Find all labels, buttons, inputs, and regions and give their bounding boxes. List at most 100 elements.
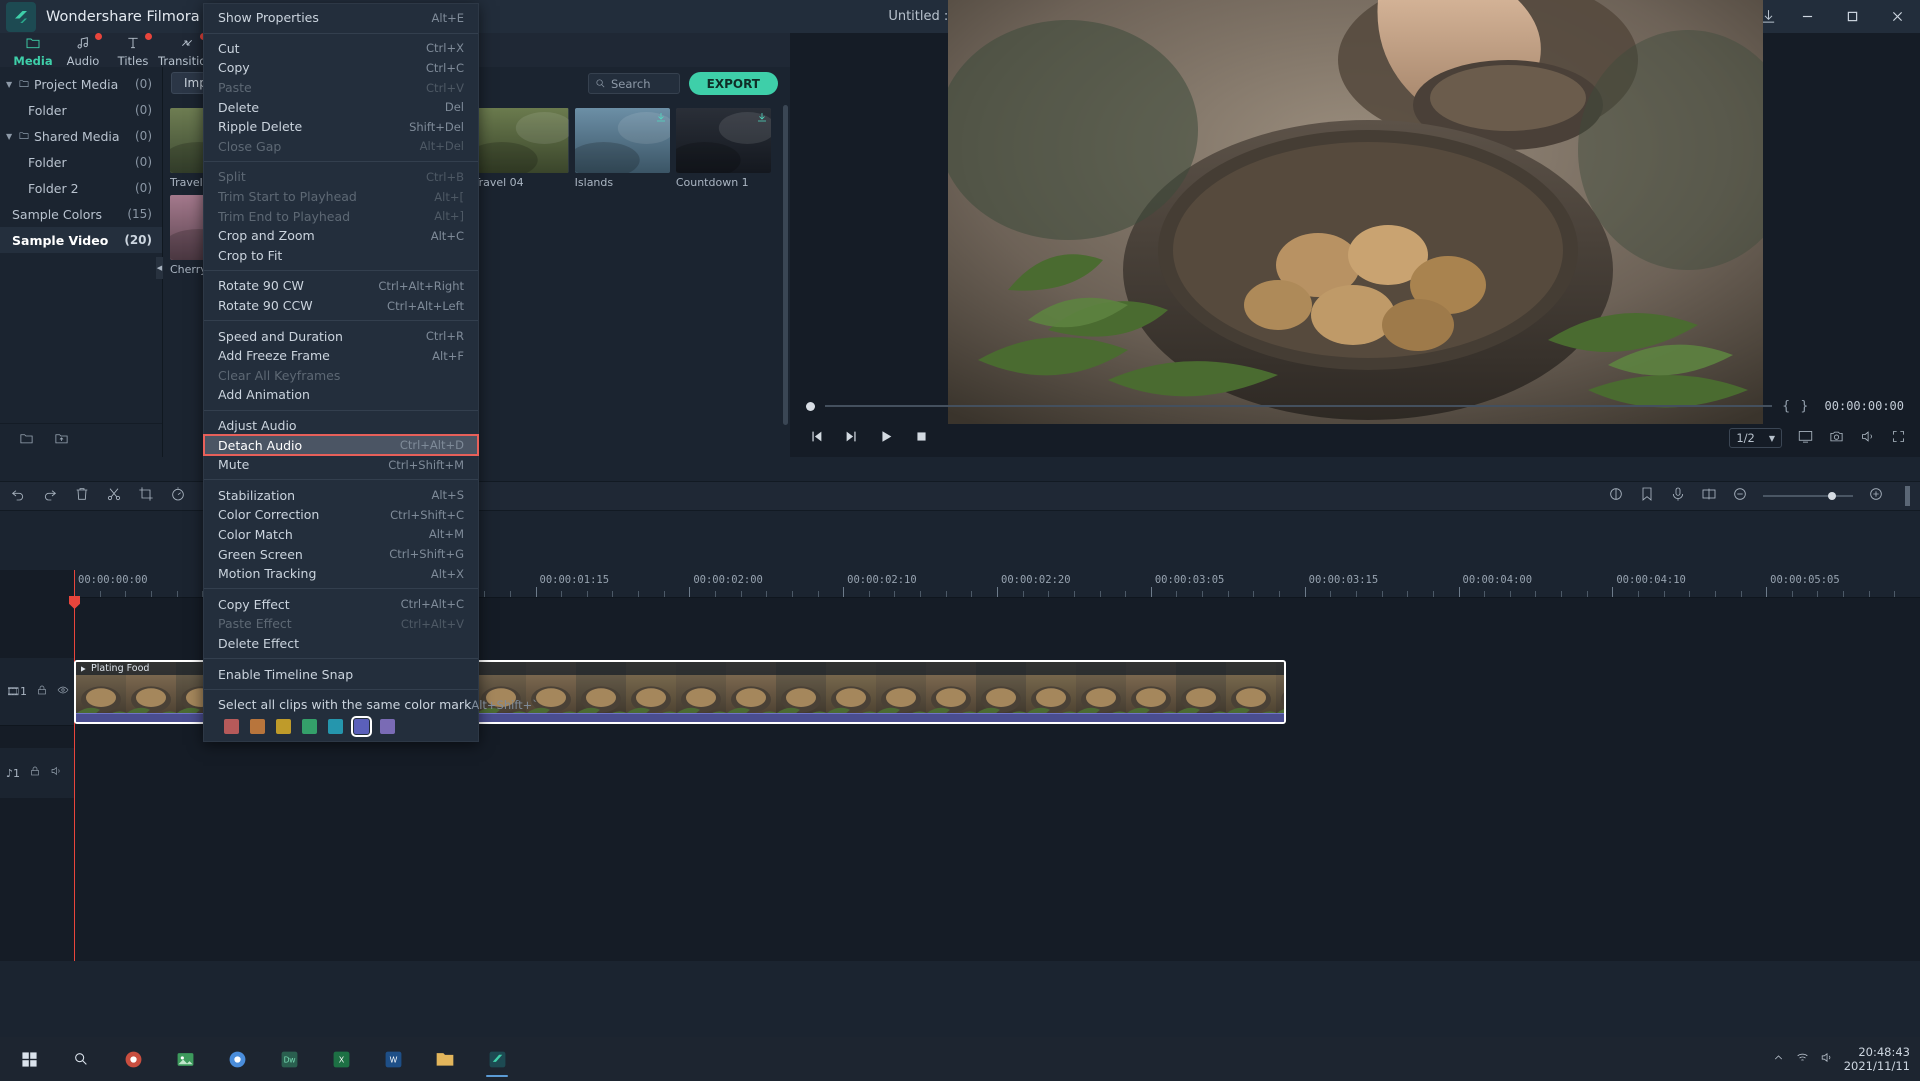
taskbar-clock[interactable]: 20:48:43 2021/11/11 — [1844, 1045, 1910, 1073]
color-swatch[interactable] — [351, 716, 372, 738]
zoom-slider-knob[interactable] — [1827, 492, 1836, 500]
color-swatch[interactable] — [380, 719, 395, 735]
menu-item-add-animation[interactable]: Add Animation — [204, 385, 478, 405]
menu-item-show-properties[interactable]: Show Properties Alt+E — [204, 8, 478, 28]
menu-item-add-freeze-frame[interactable]: Add Freeze Frame Alt+F — [204, 346, 478, 366]
new-folder-icon[interactable] — [18, 431, 35, 450]
ratio-selector[interactable]: 1/2 ▼ — [1729, 428, 1782, 448]
seek-track[interactable] — [825, 405, 1772, 407]
menu-item-color-correction[interactable]: Color Correction Ctrl+Shift+C — [204, 505, 478, 525]
media-item[interactable]: Islands — [572, 105, 673, 192]
crop-icon[interactable] — [138, 486, 154, 506]
menu-item-delete-effect[interactable]: Delete Effect — [204, 634, 478, 654]
menu-item-rotate-90-cw[interactable]: Rotate 90 CW Ctrl+Alt+Right — [204, 276, 478, 296]
mic-icon[interactable] — [1670, 486, 1686, 506]
sidebar-item-project-media[interactable]: ▼ Project Media (0) — [0, 71, 162, 97]
color-swatch[interactable] — [328, 719, 343, 735]
preview-seekbar[interactable]: { } 00:00:00:00 — [790, 391, 1920, 421]
chevron-down-icon[interactable]: ▼ — [6, 80, 18, 89]
menu-item-rotate-90-ccw[interactable]: Rotate 90 CCW Ctrl+Alt+Left — [204, 296, 478, 316]
delete-icon[interactable] — [74, 486, 90, 506]
chevron-left-icon[interactable]: ◀ — [156, 257, 163, 279]
menu-item-color-match[interactable]: Color Match Alt+M — [204, 525, 478, 545]
speaker-icon[interactable] — [50, 765, 62, 781]
tab-media[interactable]: Media — [8, 33, 58, 71]
tab-titles[interactable]: Titles — [108, 33, 158, 68]
menu-item-green-screen[interactable]: Green Screen Ctrl+Shift+G — [204, 544, 478, 564]
color-swatch[interactable] — [276, 719, 291, 735]
sidebar-item-folder-1[interactable]: Folder (0) — [0, 97, 162, 123]
eye-icon[interactable] — [57, 684, 69, 700]
camera-icon[interactable] — [1829, 429, 1844, 448]
menu-item-delete[interactable]: Delete Del — [204, 97, 478, 117]
browser-icon[interactable] — [110, 1039, 156, 1079]
speed-icon[interactable] — [170, 486, 186, 506]
chevron-down-icon[interactable]: ▼ — [1769, 434, 1775, 443]
volume-icon[interactable] — [1860, 429, 1875, 448]
menu-item-select-same-color-mark[interactable]: Select all clips with the same color mar… — [204, 695, 538, 715]
menu-item-speed-and-duration[interactable]: Speed and Duration Ctrl+R — [204, 326, 478, 346]
media-thumbnail[interactable] — [675, 108, 771, 173]
color-swatch[interactable] — [224, 719, 239, 735]
clip-context-menu[interactable]: Show Properties Alt+E Cut Ctrl+X Copy Ctrl+C P… — [203, 3, 538, 743]
excel-icon[interactable]: X — [318, 1039, 364, 1079]
minimize-button[interactable] — [1785, 0, 1830, 33]
export-button[interactable]: EXPORT — [688, 72, 778, 95]
menu-item-crop-to-fit[interactable]: Crop to Fit — [204, 246, 478, 266]
menu-item-mute[interactable]: Mute Ctrl+Shift+M — [204, 455, 478, 475]
redo-icon[interactable] — [42, 486, 58, 506]
media-scrollbar[interactable] — [783, 105, 788, 425]
chevron-down-icon[interactable]: ▼ — [6, 132, 18, 141]
import-folder-icon[interactable] — [53, 431, 70, 450]
playhead-handle[interactable] — [69, 596, 80, 609]
chrome-icon[interactable] — [214, 1039, 260, 1079]
zoom-slider[interactable] — [1763, 492, 1853, 500]
lock-icon[interactable] — [29, 765, 41, 781]
cut-icon[interactable] — [106, 486, 122, 506]
menu-item-enable-timeline-snap[interactable]: Enable Timeline Snap — [204, 664, 478, 684]
tab-audio[interactable]: Audio — [58, 33, 108, 68]
menu-item-ripple-delete[interactable]: Ripple Delete Shift+Del — [204, 117, 478, 137]
sidebar-item-folder-2b[interactable]: Folder 2 (0) — [0, 175, 162, 201]
lock-icon[interactable] — [36, 684, 48, 700]
next-frame-button[interactable] — [845, 430, 858, 447]
keyframe-icon[interactable] — [1905, 486, 1910, 506]
undo-icon[interactable] — [10, 486, 26, 506]
menu-item-detach-audio[interactable]: Detach Audio Ctrl+Alt+D — [203, 434, 479, 456]
mark-out-button[interactable]: } — [1800, 399, 1808, 414]
menu-item-crop-and-zoom[interactable]: Crop and Zoom Alt+C — [204, 226, 478, 246]
search-input[interactable]: Search — [588, 73, 680, 94]
menu-item-adjust-audio[interactable]: Adjust Audio — [204, 416, 478, 436]
volume-icon[interactable] — [1820, 1051, 1833, 1067]
zoom-in-icon[interactable] — [1868, 486, 1884, 506]
menu-item-copy-effect[interactable]: Copy Effect Ctrl+Alt+C — [204, 594, 478, 614]
folder-icon[interactable] — [422, 1039, 468, 1079]
mark-in-button[interactable]: { — [1782, 399, 1790, 414]
prev-frame-button[interactable] — [810, 430, 823, 447]
sidebar-item-sample-video[interactable]: Sample Video (20) — [0, 227, 162, 253]
snapshot-screen-icon[interactable] — [1798, 429, 1813, 448]
split-icon[interactable] — [1701, 486, 1717, 506]
media-item[interactable]: Countdown 1 — [673, 105, 774, 192]
download-icon[interactable] — [655, 111, 667, 123]
color-swatch[interactable] — [250, 719, 265, 735]
word-icon[interactable]: W — [370, 1039, 416, 1079]
chevron-up-icon[interactable] — [1772, 1051, 1785, 1067]
sidebar-item-shared-media[interactable]: ▼ Shared Media (0) — [0, 123, 162, 149]
media-thumbnail[interactable] — [574, 108, 670, 173]
close-button[interactable] — [1875, 0, 1920, 33]
media-thumbnail[interactable] — [473, 108, 569, 173]
color-swatch[interactable] — [302, 719, 317, 735]
seek-knob[interactable] — [806, 401, 815, 411]
marker-icon[interactable] — [1639, 486, 1655, 506]
preview-video[interactable] — [947, 0, 1763, 424]
maximize-button[interactable] — [1830, 0, 1875, 33]
media-item[interactable]: Travel 04 — [470, 105, 571, 192]
zoom-out-icon[interactable] — [1732, 486, 1748, 506]
search-icon[interactable] — [58, 1039, 104, 1079]
fullscreen-icon[interactable] — [1891, 429, 1906, 448]
sidebar-item-folder-2[interactable]: Folder (0) — [0, 149, 162, 175]
sidebar-item-sample-colors[interactable]: Sample Colors (15) — [0, 201, 162, 227]
menu-item-copy[interactable]: Copy Ctrl+C — [204, 58, 478, 78]
menu-item-stabilization[interactable]: Stabilization Alt+S — [204, 485, 478, 505]
